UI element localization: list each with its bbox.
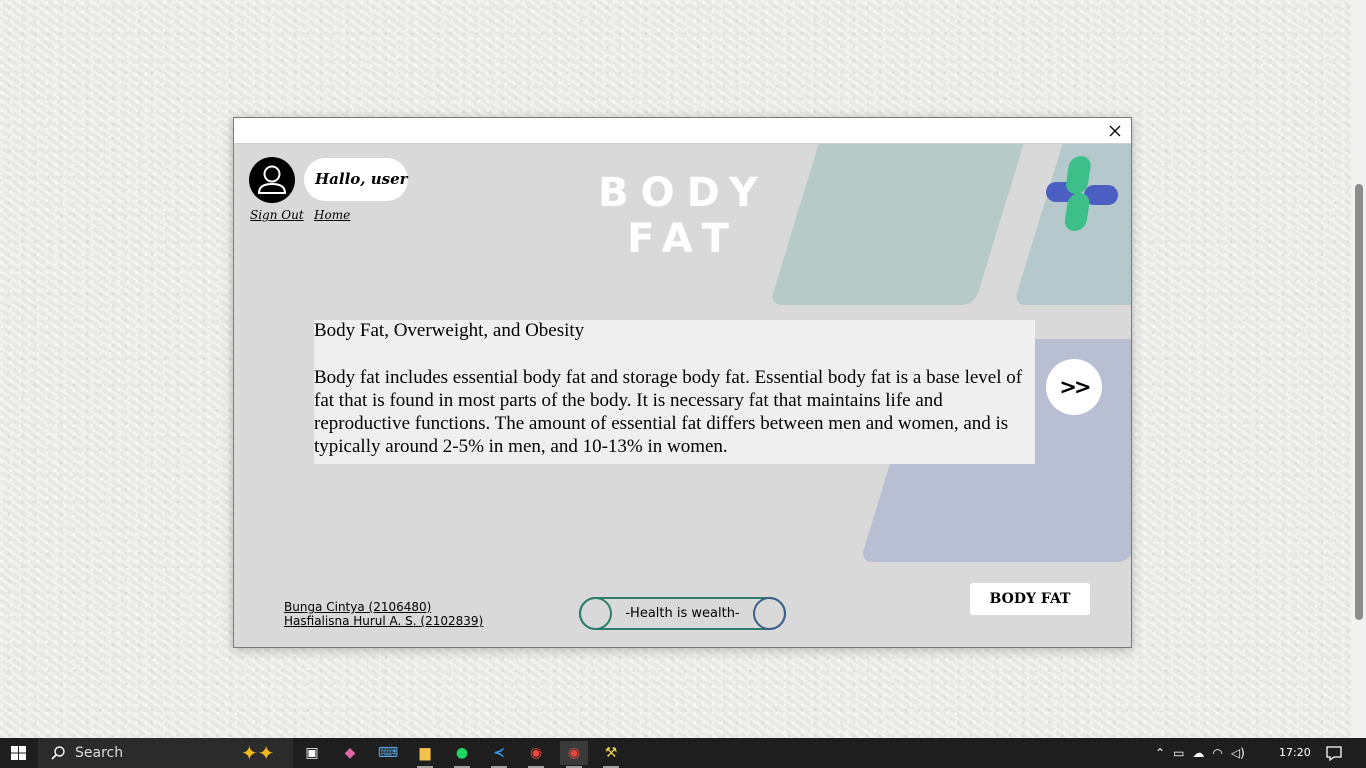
motto-circle-right-icon — [753, 597, 786, 630]
home-link[interactable]: Home — [314, 208, 350, 222]
user-avatar-icon — [249, 157, 295, 203]
system-tray: ⌃ ▭ ☁ ◠ ◁) — [1155, 738, 1245, 768]
tool-app-icon[interactable]: ⚒ — [597, 741, 625, 768]
motto-circle-left-icon — [579, 597, 612, 630]
onedrive-icon[interactable]: ☁ — [1192, 746, 1204, 760]
vscode-icon[interactable]: ≺ — [485, 741, 513, 768]
battery-icon[interactable]: ▭ — [1173, 746, 1184, 760]
volume-icon[interactable]: ◁) — [1231, 746, 1245, 760]
medical-cross-logo — [1046, 156, 1118, 231]
page-scrollbar[interactable] — [1351, 0, 1366, 738]
body-fat-dialog: Hallo, user Sign Out Home BODY FAT Body … — [233, 117, 1132, 648]
sparkle-icon: ✦✦ — [241, 741, 275, 765]
start-button[interactable] — [0, 738, 38, 768]
sign-out-link[interactable]: Sign Out — [250, 208, 304, 222]
file-explorer-icon[interactable]: ▆ — [411, 741, 439, 768]
taskbar: Search ✦✦ ▣ ◆ ⌨ ▆ ● ≺ ◉ ◉ ⚒ ⌃ ▭ ☁ ◠ ◁) 1… — [0, 738, 1366, 768]
motto-pill: -Health is wealth- — [579, 597, 786, 630]
scroll-thumb[interactable] — [1355, 184, 1363, 620]
task-view-icon[interactable]: ▣ — [298, 741, 326, 765]
wifi-icon[interactable]: ◠ — [1212, 746, 1222, 760]
chevron-up-icon[interactable]: ⌃ — [1155, 746, 1165, 760]
dialog-title-bar — [234, 118, 1131, 144]
search-icon — [51, 746, 65, 760]
windows-icon — [11, 746, 26, 760]
taskbar-search[interactable]: Search ✦✦ — [38, 738, 293, 768]
close-icon — [1109, 125, 1121, 137]
spotify-icon[interactable]: ● — [448, 741, 476, 768]
article-box: Body Fat, Overweight, and Obesity Body f… — [314, 320, 1035, 464]
credit-author-2[interactable]: Hasfialisna Hurul A. S. (2102839) — [284, 614, 483, 628]
search-placeholder: Search — [75, 745, 124, 761]
next-page-button[interactable]: >> — [1046, 359, 1102, 415]
motto-text: -Health is wealth- — [625, 606, 740, 621]
credit-author-1[interactable]: Bunga Cintya (2106480) — [284, 600, 483, 614]
chrome-active-icon[interactable]: ◉ — [560, 741, 588, 768]
close-button[interactable] — [1105, 121, 1125, 141]
article-heading: Body Fat, Overweight, and Obesity — [314, 320, 585, 341]
taskbar-clock[interactable]: 17:20 — [1279, 746, 1311, 759]
greeting-label: Hallo, user — [304, 158, 408, 201]
notification-icon[interactable] — [1325, 744, 1343, 762]
body-fat-button[interactable]: BODY FAT — [970, 583, 1090, 615]
chrome-icon[interactable]: ◉ — [522, 741, 550, 768]
credits: Bunga Cintya (2106480) Hasfialisna Hurul… — [284, 600, 483, 628]
page-title: BODY FAT — [598, 170, 770, 262]
keyboard-icon[interactable]: ⌨ — [374, 741, 402, 765]
copilot-icon[interactable]: ◆ — [336, 741, 364, 765]
article-body: Body fat includes essential body fat and… — [314, 367, 1023, 457]
